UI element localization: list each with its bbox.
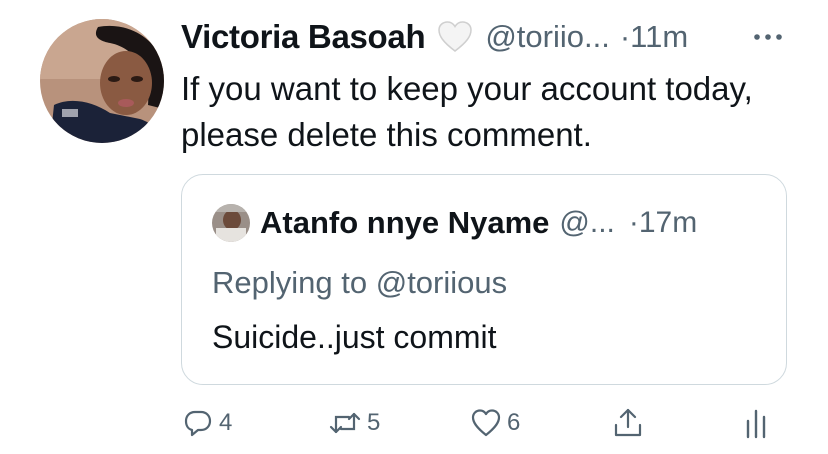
quoted-author-name: Atanfo nnye Nyame <box>260 205 550 240</box>
reply-count: 4 <box>219 409 233 436</box>
replying-handle[interactable]: @toriious <box>376 265 507 300</box>
tweet-header: Victoria Basoah @toriio... ·11m <box>181 12 808 62</box>
quoted-tweet[interactable]: Atanfo nnye Nyame @... ·17m Replying to … <box>181 174 787 385</box>
retweet-button[interactable]: 5 <box>329 400 380 446</box>
replying-prefix: Replying to <box>212 265 368 300</box>
like-icon <box>471 409 501 437</box>
author-avatar[interactable] <box>40 19 164 143</box>
reply-button[interactable]: 4 <box>183 400 232 446</box>
analytics-button[interactable] <box>743 400 769 446</box>
analytics-icon <box>746 409 766 439</box>
quoted-tweet-header: Atanfo nnye Nyame @... ·17m <box>212 203 756 243</box>
like-count: 6 <box>507 409 521 436</box>
tweet[interactable]: Victoria Basoah @toriio... ·11m If you w… <box>0 0 828 454</box>
share-icon <box>614 408 642 437</box>
reply-icon <box>184 410 212 437</box>
quoted-tweet-text: Suicide..just commit <box>212 319 497 355</box>
quoted-author-handle: @... <box>559 206 615 239</box>
action-bar: 4 5 6 <box>183 400 783 446</box>
white-heart-icon <box>437 20 473 54</box>
quoted-author-avatar <box>212 204 250 242</box>
more-dots-icon[interactable] <box>752 30 784 46</box>
quoted-tweet-time: ·17m <box>628 206 698 239</box>
retweet-icon <box>329 412 361 434</box>
author-handle[interactable]: @toriio... <box>485 19 610 55</box>
share-button[interactable] <box>613 400 643 446</box>
replying-to-line: Replying to @toriious <box>212 265 507 301</box>
like-button[interactable]: 6 <box>471 400 520 446</box>
retweet-count: 5 <box>367 409 381 436</box>
tweet-time[interactable]: ·11m <box>620 19 688 55</box>
author-name[interactable]: Victoria Basoah <box>181 18 426 56</box>
tweet-text: If you want to keep your account today, … <box>181 70 753 153</box>
